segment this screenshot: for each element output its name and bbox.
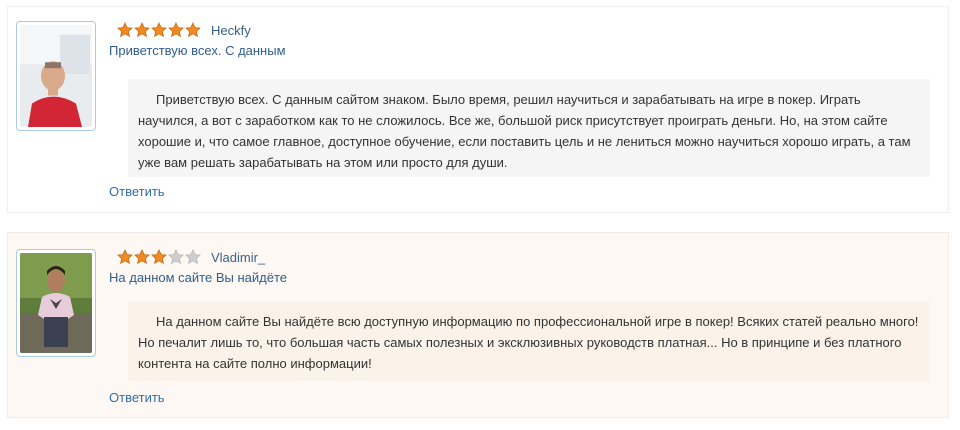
avatar[interactable] bbox=[16, 249, 96, 357]
star-empty-icon bbox=[185, 249, 201, 265]
user-photo-icon bbox=[20, 253, 92, 353]
star-filled-icon bbox=[185, 22, 201, 38]
author-name[interactable]: Vladimir_ bbox=[211, 250, 265, 265]
star-filled-icon bbox=[134, 22, 150, 38]
review-subject: Приветствую всех. С данным bbox=[109, 43, 286, 58]
star-empty-icon bbox=[168, 249, 184, 265]
review-body: Приветствую всех. С данным сайтом знаком… bbox=[128, 79, 930, 177]
reply-link[interactable]: Ответить bbox=[109, 184, 165, 199]
star-filled-icon bbox=[151, 22, 167, 38]
star-filled-icon bbox=[117, 249, 133, 265]
star-filled-icon bbox=[151, 249, 167, 265]
author-name[interactable]: Heckfy bbox=[211, 23, 251, 38]
avatar[interactable] bbox=[16, 21, 96, 131]
star-filled-icon bbox=[168, 22, 184, 38]
review-card: Vladimir_ На данном сайте Вы найдёте На … bbox=[7, 232, 949, 418]
star-filled-icon bbox=[134, 249, 150, 265]
star-filled-icon bbox=[117, 22, 133, 38]
user-photo-icon bbox=[20, 25, 92, 127]
review-body: На данном сайте Вы найдёте всю доступную… bbox=[128, 301, 930, 381]
rating-stars bbox=[117, 249, 201, 265]
reply-link[interactable]: Ответить bbox=[109, 390, 165, 405]
rating-stars bbox=[117, 22, 201, 38]
review-card: Heckfy Приветствую всех. С данным Привет… bbox=[7, 6, 949, 213]
review-subject: На данном сайте Вы найдёте bbox=[109, 270, 287, 285]
